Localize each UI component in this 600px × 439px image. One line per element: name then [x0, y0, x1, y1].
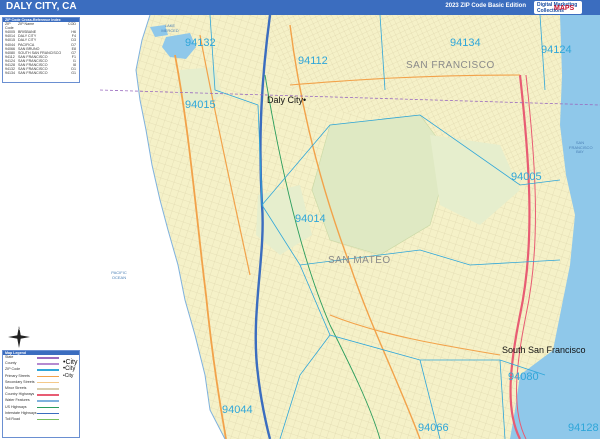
map-title: DALY CITY, CA — [6, 1, 77, 12]
legend-swatch — [37, 418, 59, 421]
svg-text:N: N — [18, 327, 20, 331]
zip-code-cell: 94134 — [5, 71, 15, 76]
legend-city-sample-1: •City — [63, 359, 78, 366]
zip-label-94044[interactable]: 94044 — [222, 404, 253, 416]
zip-label-94005[interactable]: 94005 — [511, 171, 542, 183]
map-legend: Map Legend State County ZIP Code Primary St… — [2, 350, 80, 438]
legend-swatch — [37, 394, 59, 396]
legend-label: Minor Streets — [5, 385, 27, 390]
compass-rose-icon: N — [8, 326, 30, 348]
water-label-sf-bay: SAN FRANCISCO BAY — [569, 140, 593, 154]
legend-city-sample-2: •City — [63, 366, 76, 372]
area-label-san-francisco: SAN FRANCISCO — [406, 60, 495, 71]
zip-label-94134[interactable]: 94134 — [450, 37, 481, 49]
col-cod: COD — [68, 22, 76, 27]
legend-swatch — [37, 375, 59, 378]
city-label-daly-city[interactable]: Daly City• — [267, 95, 306, 105]
zip-label-94015[interactable]: 94015 — [185, 99, 216, 111]
legend-label: ZIP Code — [5, 367, 21, 372]
legend-label: Water Features — [5, 398, 30, 403]
zip-label-94014[interactable]: 94014 — [295, 213, 326, 225]
legend-swatch — [37, 381, 59, 384]
legend-label: US Highways — [5, 404, 27, 409]
zip-cod-cell: G1 — [71, 71, 76, 76]
legend-swatch — [37, 406, 59, 409]
legend-label: Secondary Streets — [5, 379, 35, 384]
legend-label: Primary Streets — [5, 373, 30, 378]
zip-label-94066[interactable]: 94066 — [418, 422, 449, 434]
zip-label-94128[interactable]: 94128 — [568, 422, 599, 434]
legend-row: Toll Road — [3, 417, 79, 423]
publisher-logo: Digital Marketing Collections MAPS — [534, 1, 582, 14]
legend-swatch — [37, 363, 59, 365]
legend-swatch — [37, 412, 59, 415]
zip-label-94132[interactable]: 94132 — [185, 37, 216, 49]
zip-index-row: 94134 SAN FRANCISCO G1 — [3, 71, 79, 75]
title-bar: DALY CITY, CA 2023 ZIP Code Basic Editio… — [0, 0, 600, 15]
city-label-south-san-francisco[interactable]: South San Francisco — [502, 345, 586, 355]
legend-swatch — [37, 357, 59, 359]
legend-swatch — [37, 387, 59, 390]
col-name: ZIP Name — [18, 22, 35, 27]
legend-label: Country Highways — [5, 392, 35, 397]
water-label-pacific-ocean: PACIFIC OCEAN — [111, 270, 127, 280]
zip-label-94124[interactable]: 94124 — [541, 44, 572, 56]
zip-index-rows: 94005 BRISBANE H6 94014 DALY CITY F4 94015 DALY… — [3, 30, 79, 75]
col-zip: ZIP Code — [5, 22, 14, 31]
legend-label: Interstate Highways — [5, 410, 37, 415]
legend-swatch — [37, 369, 59, 371]
zip-index-table: ZIP Code Cross-Reference Index ZIP Code … — [2, 17, 80, 83]
logo-main-text: MAPS — [554, 5, 575, 12]
legend-city-sample-3: •City — [63, 373, 74, 379]
legend-label: Toll Road — [5, 416, 20, 421]
zip-name-cell: SAN FRANCISCO — [18, 71, 48, 76]
legend-swatch — [37, 400, 59, 402]
edition-label: 2023 ZIP Code Basic Edition — [445, 3, 526, 9]
water-label-lake-merced: LAKE MERCED — [161, 23, 179, 33]
map-poster: DALY CITY, CA 2023 ZIP Code Basic Editio… — [0, 0, 600, 439]
area-label-san-mateo: SAN MATEO — [328, 255, 391, 266]
zip-label-94080[interactable]: 94080 — [508, 371, 539, 383]
legend-label: State — [5, 355, 14, 359]
legend-label: County — [5, 361, 17, 366]
zip-label-94112[interactable]: 94112 — [298, 55, 328, 67]
zip-index-header-row: ZIP Code ZIP Name COD — [3, 22, 79, 30]
